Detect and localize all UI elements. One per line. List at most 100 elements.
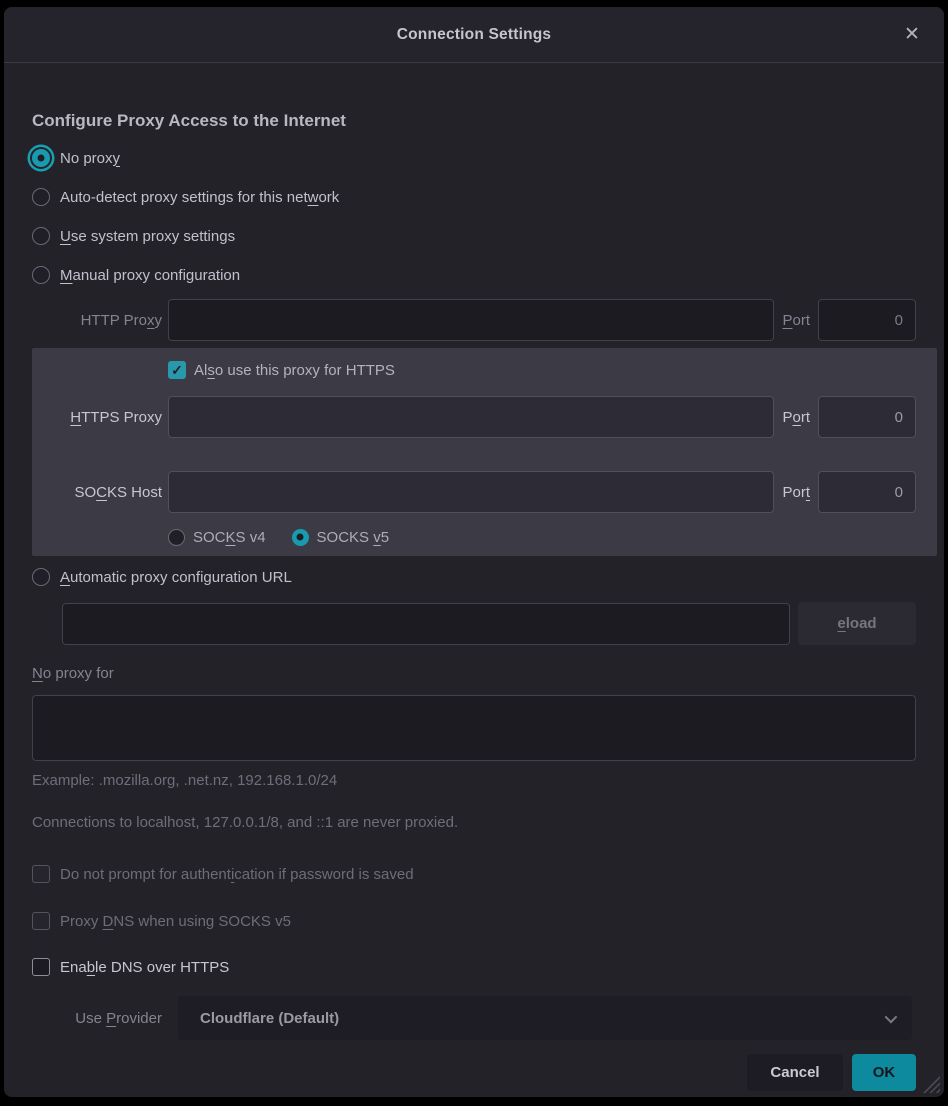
auto-config-url-row: eload <box>32 602 916 645</box>
label-accesskey: x <box>147 312 155 329</box>
label-accesskey: y <box>113 150 121 167</box>
radio-auto-detect[interactable] <box>32 188 50 206</box>
radio-label-socks-v4: SOCKS v4 <box>193 529 266 546</box>
ok-button[interactable]: OK <box>852 1054 916 1091</box>
label-accesskey: s <box>207 362 215 379</box>
radio-socks-v5[interactable] <box>292 529 309 546</box>
label-text: Auto-detect proxy settings for this net <box>60 189 308 206</box>
http-port-input[interactable] <box>818 299 916 341</box>
no-proxy-for-textarea[interactable] <box>32 695 916 761</box>
radio-row-use-system[interactable]: Use system proxy settings <box>32 224 916 248</box>
provider-selected-value: Cloudflare (Default) <box>200 1010 885 1027</box>
http-proxy-row: HTTP Proxy Port <box>32 299 916 341</box>
dialog-footer: Cancel OK <box>32 1054 916 1091</box>
radio-use-system[interactable] <box>32 227 50 245</box>
label-accesskey: K <box>226 529 236 546</box>
label-text: KS Host <box>107 484 162 501</box>
cancel-button[interactable]: Cancel <box>747 1054 843 1091</box>
http-proxy-input[interactable] <box>168 299 774 341</box>
dialog-content: Configure Proxy Access to the Internet N… <box>4 111 944 1091</box>
radio-no-proxy[interactable] <box>32 149 50 167</box>
socks-version-row: SOCKS v4 SOCKS v5 <box>168 525 916 549</box>
provider-dropdown[interactable]: Cloudflare (Default) <box>178 996 912 1040</box>
radio-socks-v4[interactable] <box>168 529 185 546</box>
no-prompt-row[interactable]: Do not prompt for authentication if pass… <box>32 862 916 886</box>
label-accesskey: P <box>782 312 792 329</box>
label-text: No prox <box>60 150 113 167</box>
radio-manual[interactable] <box>32 266 50 284</box>
label-accesskey: o <box>792 409 800 426</box>
socks-port-label: Port <box>782 484 810 501</box>
label-accesskey: A <box>60 569 70 586</box>
never-proxied-hint: Connections to localhost, 127.0.0.1/8, a… <box>32 814 916 836</box>
label-accesskey: U <box>60 228 71 245</box>
label-text: 5 <box>381 529 389 546</box>
label-text: Proxy <box>60 913 103 930</box>
use-provider-label: Use Provider <box>32 1010 162 1027</box>
label-text: Use <box>75 1010 106 1027</box>
no-prompt-label: Do not prompt for authentication if pass… <box>60 866 414 883</box>
proxy-dns-label: Proxy DNS when using SOCKS v5 <box>60 913 291 930</box>
socks-host-row: SOCKS Host Port <box>32 471 916 513</box>
label-text: utomatic proxy configuration URL <box>70 569 292 586</box>
https-proxy-row: HTTPS Proxy Port <box>32 396 916 438</box>
label-text: S v4 <box>236 529 266 546</box>
radio-label-manual: Manual proxy configuration <box>60 267 240 284</box>
label-text: NS when using SOCKS v5 <box>113 913 291 930</box>
label-text: o use this proxy for HTTPS <box>215 362 395 379</box>
no-prompt-checkbox[interactable] <box>32 865 50 883</box>
also-https-checkbox[interactable]: ✓ <box>168 361 186 379</box>
also-https-row[interactable]: ✓ Also use this proxy for HTTPS <box>168 358 916 382</box>
dns-https-checkbox[interactable] <box>32 958 50 976</box>
https-proxy-label: HTTPS Proxy <box>32 409 162 426</box>
label-accesskey: w <box>308 189 319 206</box>
label-text: Do not prompt for authent <box>60 866 231 883</box>
label-text: P <box>782 409 792 426</box>
dns-https-label: Enable DNS over HTTPS <box>60 959 229 976</box>
label-text: le DNS over HTTPS <box>95 959 229 976</box>
socks-host-input[interactable] <box>168 471 774 513</box>
https-port-input[interactable] <box>818 396 916 438</box>
label-accesskey: M <box>60 267 73 284</box>
radio-row-no-proxy[interactable]: No proxy <box>32 146 916 170</box>
label-text: load <box>846 615 877 632</box>
close-icon[interactable]: ✕ <box>898 21 926 49</box>
label-accesskey: b <box>87 959 95 976</box>
https-socks-highlight-section: ✓ Also use this proxy for HTTPS HTTPS Pr… <box>32 348 937 556</box>
radio-row-auto-detect[interactable]: Auto-detect proxy settings for this netw… <box>32 185 916 209</box>
radio-label-auto-url: Automatic proxy configuration URL <box>60 569 292 586</box>
proxy-dns-checkbox[interactable] <box>32 912 50 930</box>
radio-label-use-system: Use system proxy settings <box>60 228 235 245</box>
label-text: HTTP Pro <box>81 312 147 329</box>
proxy-dns-row[interactable]: Proxy DNS when using SOCKS v5 <box>32 909 916 933</box>
page-title: Configure Proxy Access to the Internet <box>32 111 916 131</box>
dialog-titlebar: Connection Settings ✕ <box>4 7 944 63</box>
auto-config-url-input[interactable] <box>62 603 790 645</box>
label-text: Al <box>194 362 207 379</box>
reload-button[interactable]: eload <box>798 602 916 645</box>
https-proxy-input[interactable] <box>168 396 774 438</box>
radio-auto-url[interactable] <box>32 568 50 586</box>
no-proxy-for-label: No proxy for <box>32 665 916 687</box>
label-text: cation if password is saved <box>234 866 413 883</box>
also-https-label: Also use this proxy for HTTPS <box>194 362 395 379</box>
label-accesskey: D <box>103 913 114 930</box>
label-accesskey: C <box>96 484 107 501</box>
label-text: Por <box>782 484 805 501</box>
dns-https-row[interactable]: Enable DNS over HTTPS <box>32 955 916 979</box>
label-accesskey: N <box>32 665 43 682</box>
label-text: ork <box>318 189 339 206</box>
dialog-title: Connection Settings <box>397 26 552 44</box>
socks-port-input[interactable] <box>818 471 916 513</box>
http-port-label: Port <box>782 312 810 329</box>
radio-row-manual[interactable]: Manual proxy configuration <box>32 263 916 287</box>
connection-settings-dialog: Connection Settings ✕ Configure Proxy Ac… <box>4 7 944 1097</box>
label-text: Ena <box>60 959 87 976</box>
radio-row-auto-url[interactable]: Automatic proxy configuration URL <box>32 565 916 589</box>
label-text: o proxy for <box>43 665 114 682</box>
label-accesskey: t <box>806 484 810 501</box>
radio-label-no-proxy: No proxy <box>60 150 120 167</box>
http-proxy-label: HTTP Proxy <box>32 312 162 329</box>
label-text: rt <box>801 409 810 426</box>
label-accesskey: H <box>70 409 81 426</box>
